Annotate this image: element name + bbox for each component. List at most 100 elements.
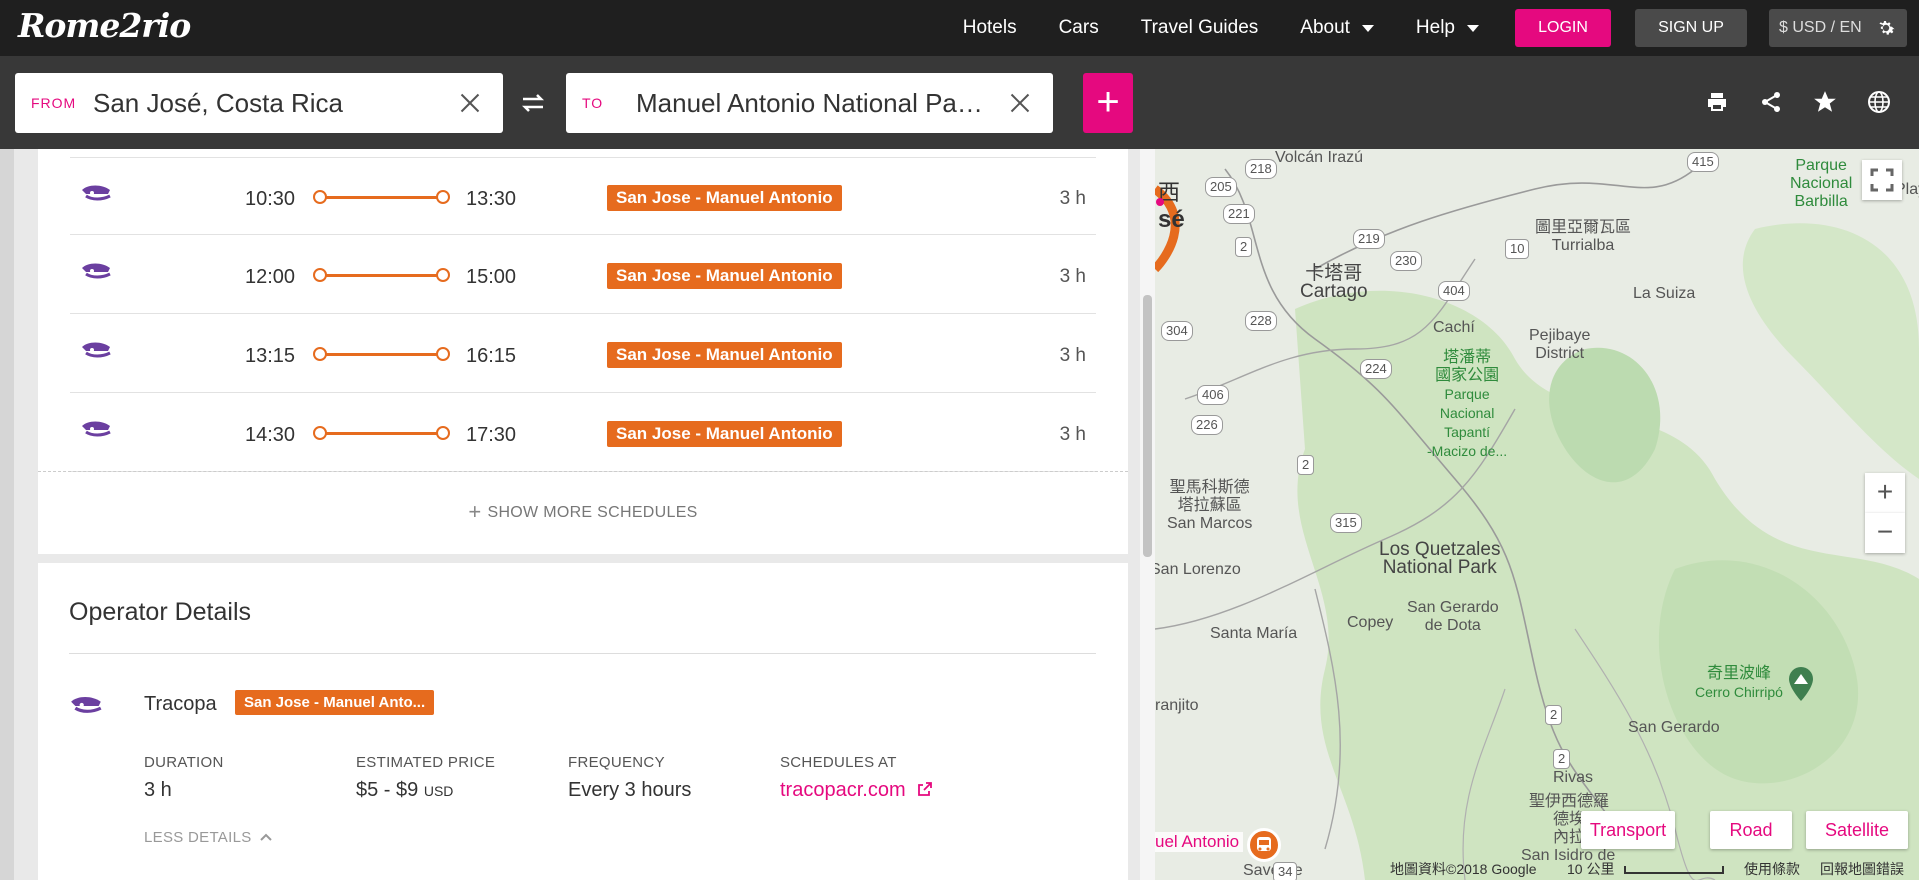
- schedule-card: 10:30 13:30 San Jose - Manuel Antonio 3 …: [38, 149, 1128, 554]
- map-label: San Gerardo de Dota: [1407, 599, 1499, 634]
- scrollbar-thumb[interactable]: [1143, 295, 1152, 557]
- map-terrain: [1155, 168, 1919, 880]
- globe-icon[interactable]: [1863, 86, 1895, 118]
- print-icon[interactable]: [1701, 86, 1733, 118]
- price-currency: USD: [423, 783, 454, 799]
- map-label: Parque Nacional Barbilla: [1790, 157, 1853, 210]
- map-label: 塔潘蒂 國家公園 Parque Nacional Tapantí -Macizo de..…: [1427, 349, 1508, 459]
- to-input[interactable]: Manuel Antonio National Park, Costa Rica: [636, 88, 987, 119]
- swap-icon[interactable]: [518, 88, 548, 118]
- departure-time: 12:00: [245, 266, 296, 288]
- map-type-satellite-button[interactable]: Satellite: [1806, 811, 1908, 849]
- route-badge: San Jose - Manuel Antonio: [607, 421, 842, 447]
- schedule-row[interactable]: 10:30 13:30 San Jose - Manuel Antonio 3 …: [70, 157, 1096, 235]
- nav-travel-guides[interactable]: Travel Guides: [1141, 17, 1259, 39]
- currency-settings-button[interactable]: $ USD / EN: [1769, 9, 1907, 47]
- clear-to-icon[interactable]: [1005, 88, 1035, 118]
- toolbar: [1701, 86, 1895, 118]
- top-nav: Rome2rio Hotels Cars Travel Guides About…: [0, 0, 1919, 56]
- less-details-button[interactable]: LESS DETAILS: [144, 829, 272, 846]
- start-dot: [313, 426, 327, 440]
- start-dot: [313, 347, 327, 361]
- map-label: San Gerardo: [1628, 719, 1720, 736]
- map-label: Pejibaye District: [1529, 327, 1591, 362]
- route-line: [315, 353, 449, 356]
- divider: [38, 471, 1128, 472]
- bus-operator-icon: [80, 262, 114, 287]
- nav-about[interactable]: About: [1300, 17, 1374, 39]
- duration: 3 h: [1059, 424, 1086, 445]
- show-more-label: SHOW MORE SCHEDULES: [487, 504, 698, 521]
- schedule-row[interactable]: 13:15 16:15 San Jose - Manuel Antonio 3 …: [70, 315, 1096, 393]
- duration: 3 h: [1059, 188, 1086, 209]
- fullscreen-button[interactable]: [1862, 160, 1902, 200]
- departure-time: 10:30: [245, 188, 296, 210]
- nav-cars[interactable]: Cars: [1059, 17, 1099, 39]
- map-label: Los Quetzales National Park: [1379, 539, 1501, 578]
- bus-operator-icon: [80, 184, 114, 209]
- add-destination-button[interactable]: +: [1083, 73, 1133, 133]
- clear-from-icon[interactable]: [455, 88, 485, 118]
- nav-about-label: About: [1300, 17, 1350, 38]
- map-label: 圖里亞爾瓦區 Turrialba: [1535, 219, 1632, 254]
- login-button[interactable]: LOGIN: [1515, 9, 1611, 47]
- schedule-row[interactable]: 14:30 17:30 San Jose - Manuel Antonio 3 …: [70, 394, 1096, 472]
- duration-label: DURATION: [144, 754, 224, 771]
- map-label: San Lorenzo: [1155, 561, 1241, 578]
- from-input[interactable]: San José, Costa Rica: [93, 88, 437, 119]
- end-dot: [436, 426, 450, 440]
- departure-time: 14:30: [245, 424, 296, 446]
- star-icon[interactable]: [1809, 86, 1841, 118]
- map-label: La Suiza: [1633, 285, 1696, 302]
- operator-details-card: Operator Details Tracopa San Jose - Manu…: [38, 563, 1128, 880]
- map-type-road-button[interactable]: Road: [1710, 811, 1792, 849]
- price-label: ESTIMATED PRICE: [356, 754, 496, 771]
- frequency-label: FREQUENCY: [568, 754, 665, 771]
- bus-operator-icon: [80, 420, 114, 445]
- schedules-link-text: tracopacr.com: [780, 779, 906, 801]
- operator-details-title: Operator Details: [69, 598, 252, 626]
- chevron-up-icon: [260, 833, 272, 841]
- signup-button[interactable]: SIGN UP: [1635, 9, 1747, 47]
- price-range: $5 - $9: [356, 779, 419, 801]
- map[interactable]: 西 sé Volcán Irazú 卡塔哥 Cartago 圖里亞爾瓦區 Turri…: [1155, 149, 1919, 880]
- map-label: Rivas: [1553, 769, 1594, 786]
- to-field[interactable]: TO Manuel Antonio National Park, Costa R…: [566, 73, 1053, 133]
- end-dot: [436, 268, 450, 282]
- bus-marker-icon[interactable]: [1247, 828, 1281, 862]
- external-link-icon: [918, 782, 933, 796]
- from-field[interactable]: FROM San José, Costa Rica: [15, 73, 503, 133]
- schedules-link[interactable]: tracopacr.com: [780, 779, 933, 802]
- search-bar: FROM San José, Costa Rica TO Manuel Anto…: [0, 56, 1919, 149]
- nav-help[interactable]: Help: [1416, 17, 1479, 39]
- gear-icon: [1879, 20, 1895, 35]
- nav-links: Hotels Cars Travel Guides About Help LOG…: [963, 0, 1919, 56]
- schedule-row[interactable]: 12:00 15:00 San Jose - Manuel Antonio 3 …: [70, 236, 1096, 314]
- results-panel: 10:30 13:30 San Jose - Manuel Antonio 3 …: [0, 149, 1155, 880]
- end-dot: [436, 347, 450, 361]
- nav-hotels[interactable]: Hotels: [963, 17, 1017, 39]
- route-badge: San Jose - Manuel Anto...: [235, 690, 435, 715]
- show-more-schedules-button[interactable]: + SHOW MORE SCHEDULES: [38, 499, 1128, 525]
- destination-label[interactable]: uel Antonio: [1155, 832, 1244, 852]
- zoom-in-button[interactable]: +: [1865, 473, 1905, 513]
- divider: [69, 653, 1096, 654]
- chevron-down-icon: [1467, 24, 1479, 32]
- route-badge: San Jose - Manuel Antonio: [607, 263, 842, 289]
- arrival-time: 15:00: [466, 266, 517, 288]
- plus-icon: +: [468, 499, 482, 524]
- location-dot-icon: [1156, 198, 1164, 206]
- share-icon[interactable]: [1755, 86, 1787, 118]
- zoom-out-button[interactable]: −: [1865, 513, 1905, 553]
- end-dot: [436, 190, 450, 204]
- map-scale-bar: [1624, 866, 1724, 874]
- map-report-link[interactable]: 回報地圖錯誤: [1820, 859, 1904, 879]
- map-scale-label: 10 公里: [1567, 861, 1615, 877]
- map-label: 卡塔哥 Cartago: [1300, 263, 1368, 302]
- map-terms-link[interactable]: 使用條款: [1744, 859, 1800, 879]
- map-type-transport-button[interactable]: Transport: [1581, 811, 1675, 849]
- logo[interactable]: Rome2rio: [18, 6, 191, 45]
- duration: 3 h: [1059, 266, 1086, 287]
- price-section: ESTIMATED PRICE $5 - $9 USD: [356, 754, 495, 802]
- schedules-label: SCHEDULES AT: [780, 754, 897, 771]
